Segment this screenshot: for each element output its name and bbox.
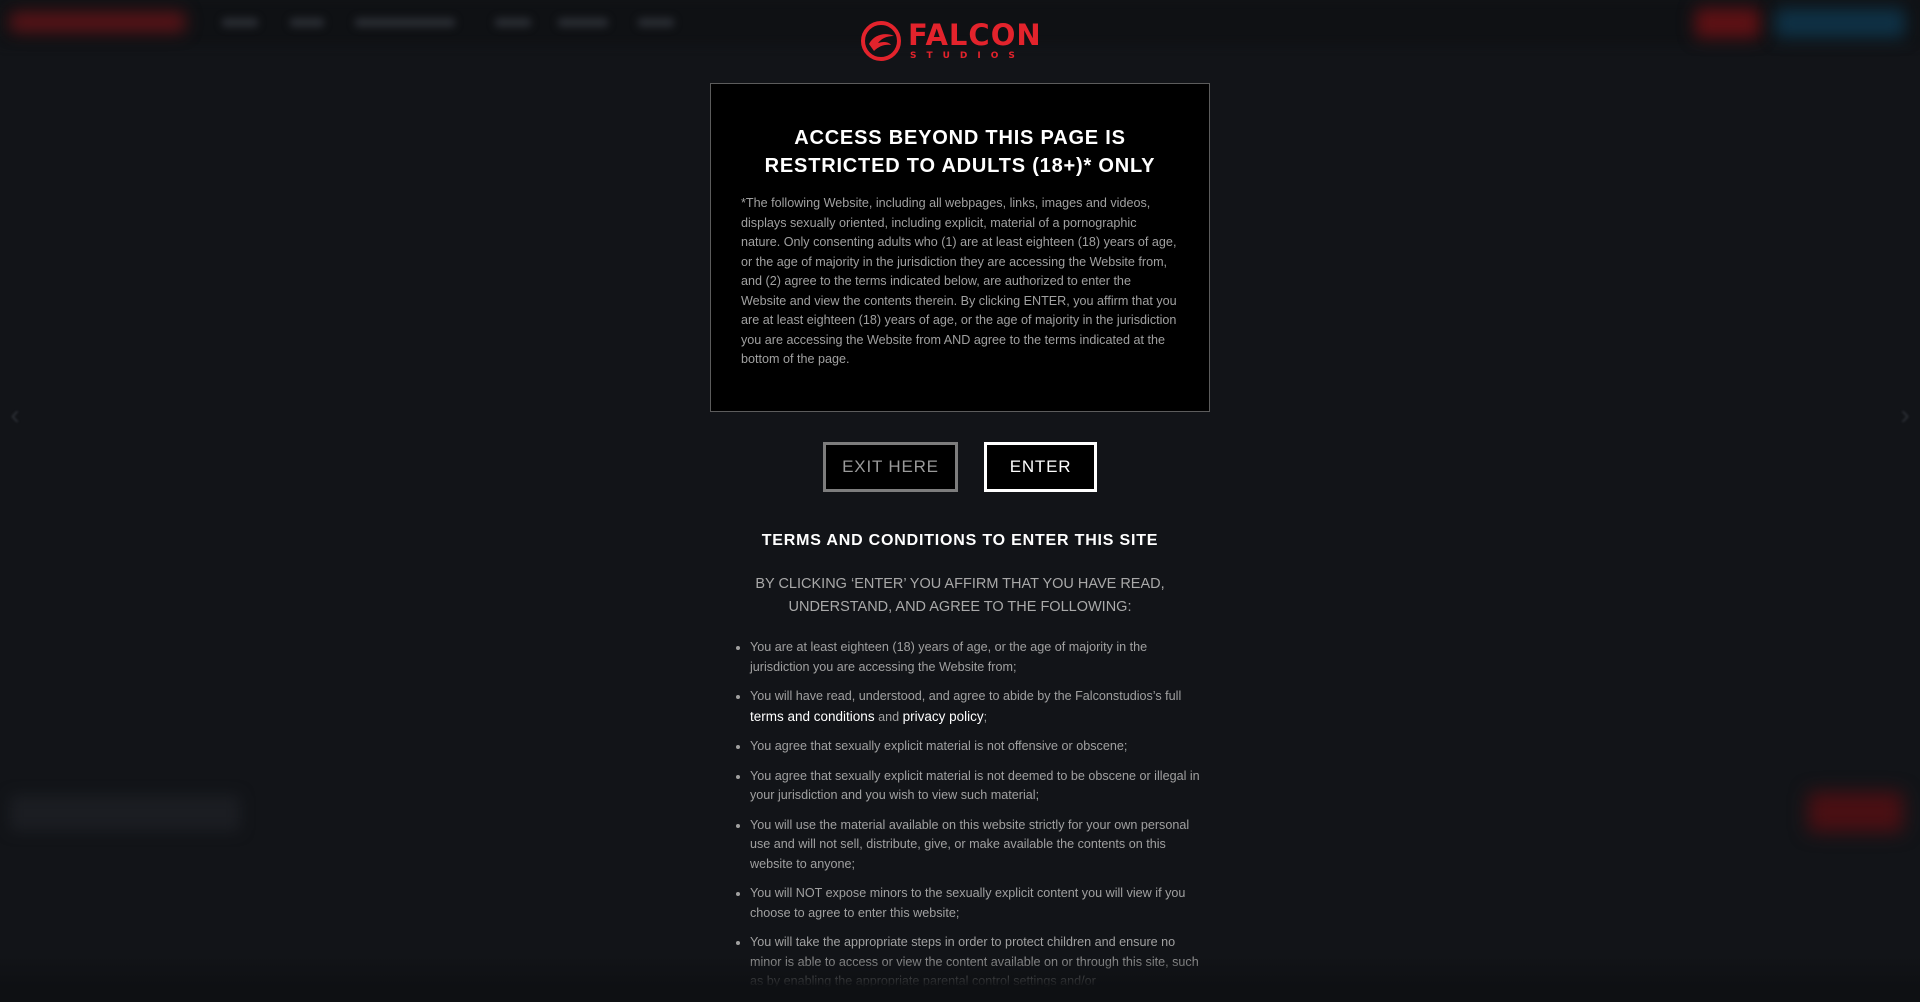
notice-body: *The following Website, including all we… (741, 196, 1177, 366)
terms-intro: BY CLICKING ‘ENTER’ YOU AFFIRM THAT YOU … (755, 576, 1165, 615)
background-nav-item (222, 18, 258, 27)
list-item: You are at least eighteen (18) years of … (750, 638, 1200, 677)
falcon-logo-icon (861, 21, 901, 61)
background-red-button (1695, 8, 1760, 38)
notice-title-line2: RESTRICTED TO ADULTS (18+)* ONLY (764, 155, 1156, 177)
logo-subtitle: STUDIOS (910, 51, 1025, 61)
background-nav-item (290, 18, 324, 27)
enter-button[interactable]: ENTER (984, 442, 1097, 492)
terms-title: TERMS AND CONDITIONS TO ENTER THIS SITE (761, 532, 1159, 549)
exit-button[interactable]: EXIT HERE (823, 442, 958, 492)
terms-and-conditions-link[interactable]: terms and conditions (750, 709, 875, 724)
terms-list: You are at least eighteen (18) years of … (730, 638, 1200, 1002)
background-nav-item (638, 18, 674, 27)
chevron-right-icon: › (1900, 399, 1910, 430)
background-nav-item (495, 18, 531, 27)
terms-item-text: You will have read, understood, and agre… (750, 689, 1182, 703)
list-item: You will have read, understood, and agre… (750, 687, 1200, 727)
background-nav-item (558, 18, 608, 27)
list-item: You will NOT expose minors to the sexual… (750, 884, 1200, 923)
notice-title-line1: ACCESS BEYOND THIS PAGE IS (794, 127, 1126, 149)
bottom-fade (0, 955, 1920, 993)
chevron-left-icon: ‹ (10, 399, 20, 430)
age-gate-buttons: EXIT HERE ENTER (0, 442, 1920, 492)
list-item: You agree that sexually explicit materia… (750, 767, 1200, 806)
notice-title: ACCESS BEYOND THIS PAGE IS RESTRICTED TO… (741, 124, 1179, 180)
terms-item-text: ; (983, 709, 988, 724)
background-blue-button (1775, 8, 1905, 38)
background-bottom-left-panel (10, 795, 240, 831)
background-nav-item (355, 18, 455, 27)
list-item: You agree that sexually explicit materia… (750, 737, 1200, 757)
list-item: You will use the material available on t… (750, 816, 1200, 875)
terms-item-text: and (874, 709, 903, 724)
logo-text: FALCON STUDIOS (908, 21, 1042, 61)
age-restriction-notice: ACCESS BEYOND THIS PAGE IS RESTRICTED TO… (710, 83, 1210, 412)
logo-word: FALCON (908, 18, 1042, 52)
background-logo (10, 12, 185, 32)
background-bottom-right-button (1808, 792, 1903, 832)
privacy-policy-link[interactable]: privacy policy (903, 709, 984, 724)
falcon-studios-logo: FALCON STUDIOS (860, 18, 1060, 64)
